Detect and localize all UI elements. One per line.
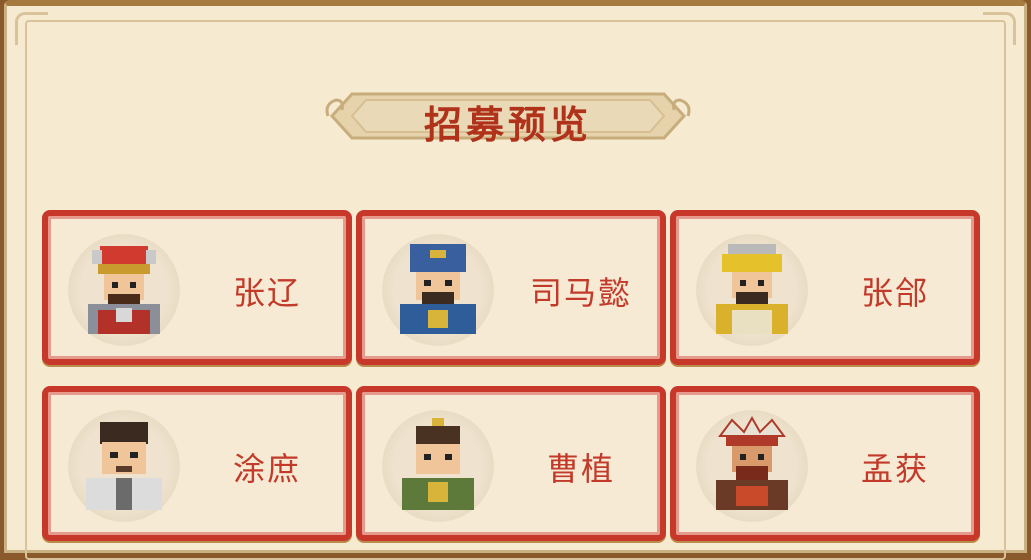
hero-portrait bbox=[382, 410, 494, 522]
hero-name: 张郃 bbox=[860, 274, 929, 312]
meng-huo-portrait-icon bbox=[716, 416, 788, 510]
sima-yi-portrait-icon bbox=[400, 244, 476, 334]
corner-ornament-right bbox=[983, 12, 1016, 45]
hero-name: 张辽 bbox=[232, 274, 301, 312]
hero-portrait bbox=[696, 410, 808, 522]
hero-name: 司马懿 bbox=[529, 274, 632, 312]
hero-card-xu-shu[interactable]: 涂庶 bbox=[42, 386, 352, 541]
hero-name: 曹植 bbox=[546, 450, 615, 488]
hero-card-sima-yi[interactable]: 司马懿 bbox=[356, 210, 666, 365]
xu-shu-portrait-icon bbox=[86, 422, 162, 510]
cao-zhi-portrait-icon bbox=[402, 418, 474, 510]
hero-card-meng-huo[interactable]: 孟获 bbox=[670, 386, 980, 541]
hero-portrait bbox=[68, 410, 180, 522]
hero-name: 孟获 bbox=[860, 450, 929, 488]
hero-portrait bbox=[68, 234, 180, 346]
hero-card-zhang-he[interactable]: 张郃 bbox=[670, 210, 980, 365]
zhang-liao-portrait-icon bbox=[88, 246, 160, 334]
page-title: 招募预览 bbox=[423, 102, 592, 147]
hero-card-zhang-liao[interactable]: 张辽 bbox=[42, 210, 352, 365]
hero-card-cao-zhi[interactable]: 曹植 bbox=[356, 386, 666, 541]
corner-ornament-left bbox=[15, 12, 48, 45]
title-banner: 招募预览 bbox=[322, 86, 694, 147]
hero-name: 涂庶 bbox=[232, 450, 301, 488]
hero-portrait bbox=[382, 234, 494, 346]
zhang-he-portrait-icon bbox=[716, 244, 788, 334]
hero-portrait bbox=[696, 234, 808, 346]
